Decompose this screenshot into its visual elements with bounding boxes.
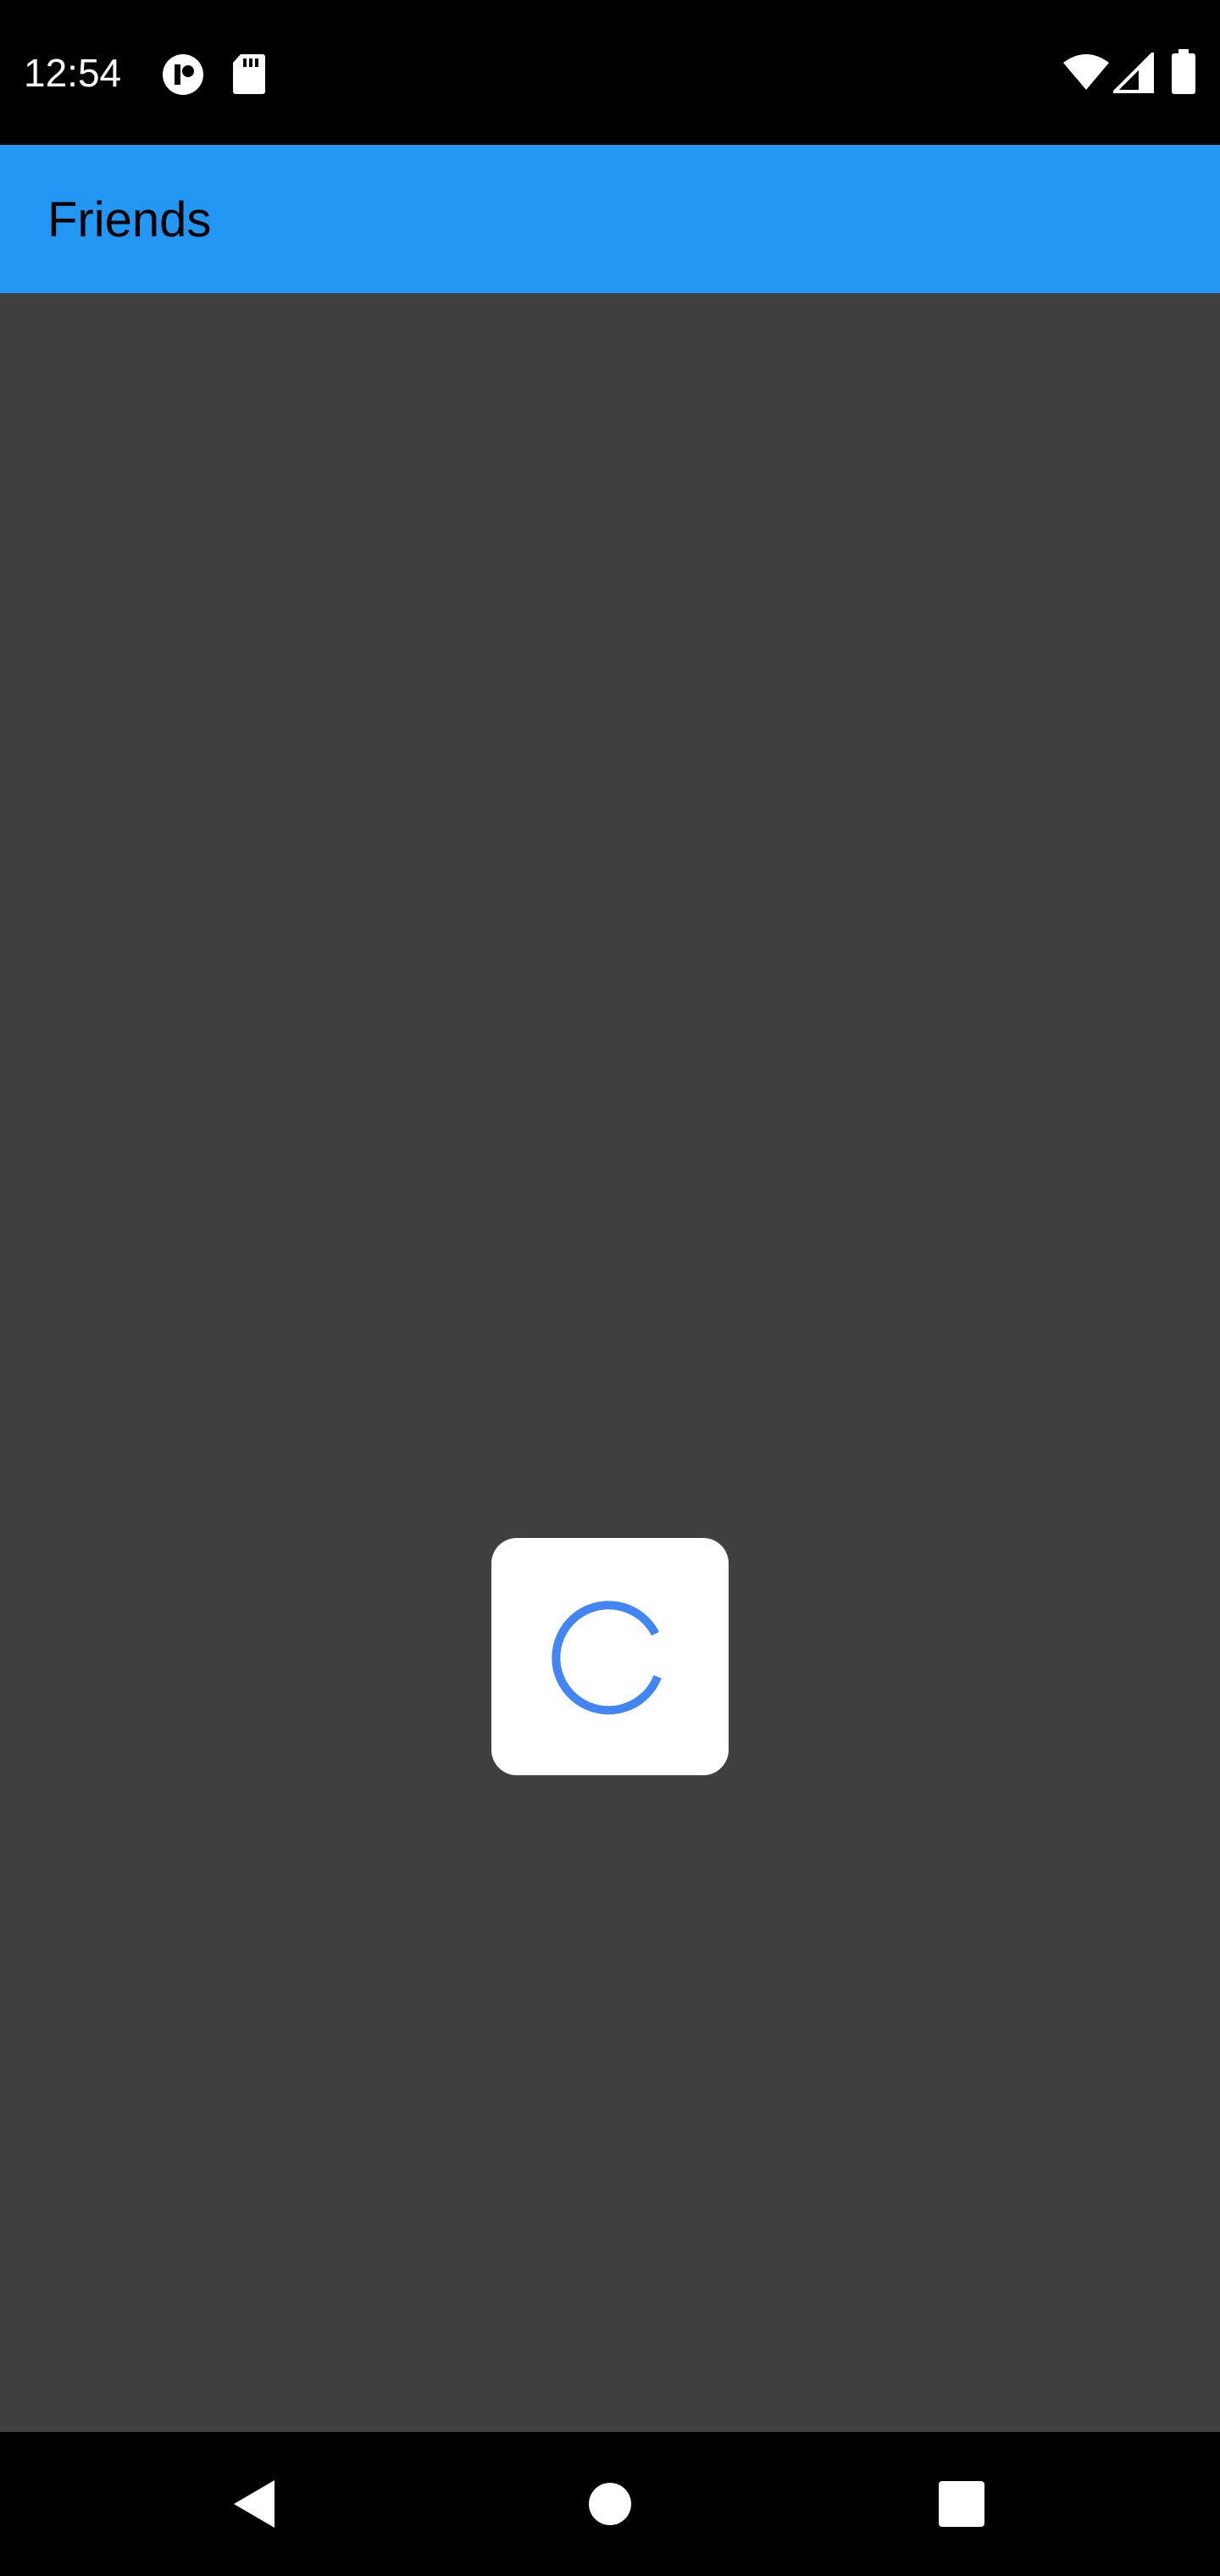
loading-card — [491, 1538, 729, 1775]
screen: 12:54 Friends — [0, 0, 1220, 2576]
sd-card-icon — [233, 54, 265, 94]
recents-icon[interactable] — [902, 2445, 1021, 2563]
back-icon[interactable] — [195, 2445, 313, 2563]
loading-spinner-icon — [552, 1601, 662, 1715]
battery-icon — [1172, 49, 1195, 94]
wifi-icon — [1063, 54, 1109, 90]
content-area — [0, 293, 1220, 2432]
status-bar: 12:54 — [0, 0, 1220, 145]
app-notification-icon — [163, 54, 203, 95]
app-bar: Friends — [0, 145, 1220, 293]
status-time: 12:54 — [24, 51, 122, 95]
navigation-bar — [0, 2432, 1220, 2576]
app-title: Friends — [47, 192, 212, 247]
cell-signal-icon — [1113, 53, 1154, 93]
home-icon[interactable] — [551, 2445, 669, 2563]
